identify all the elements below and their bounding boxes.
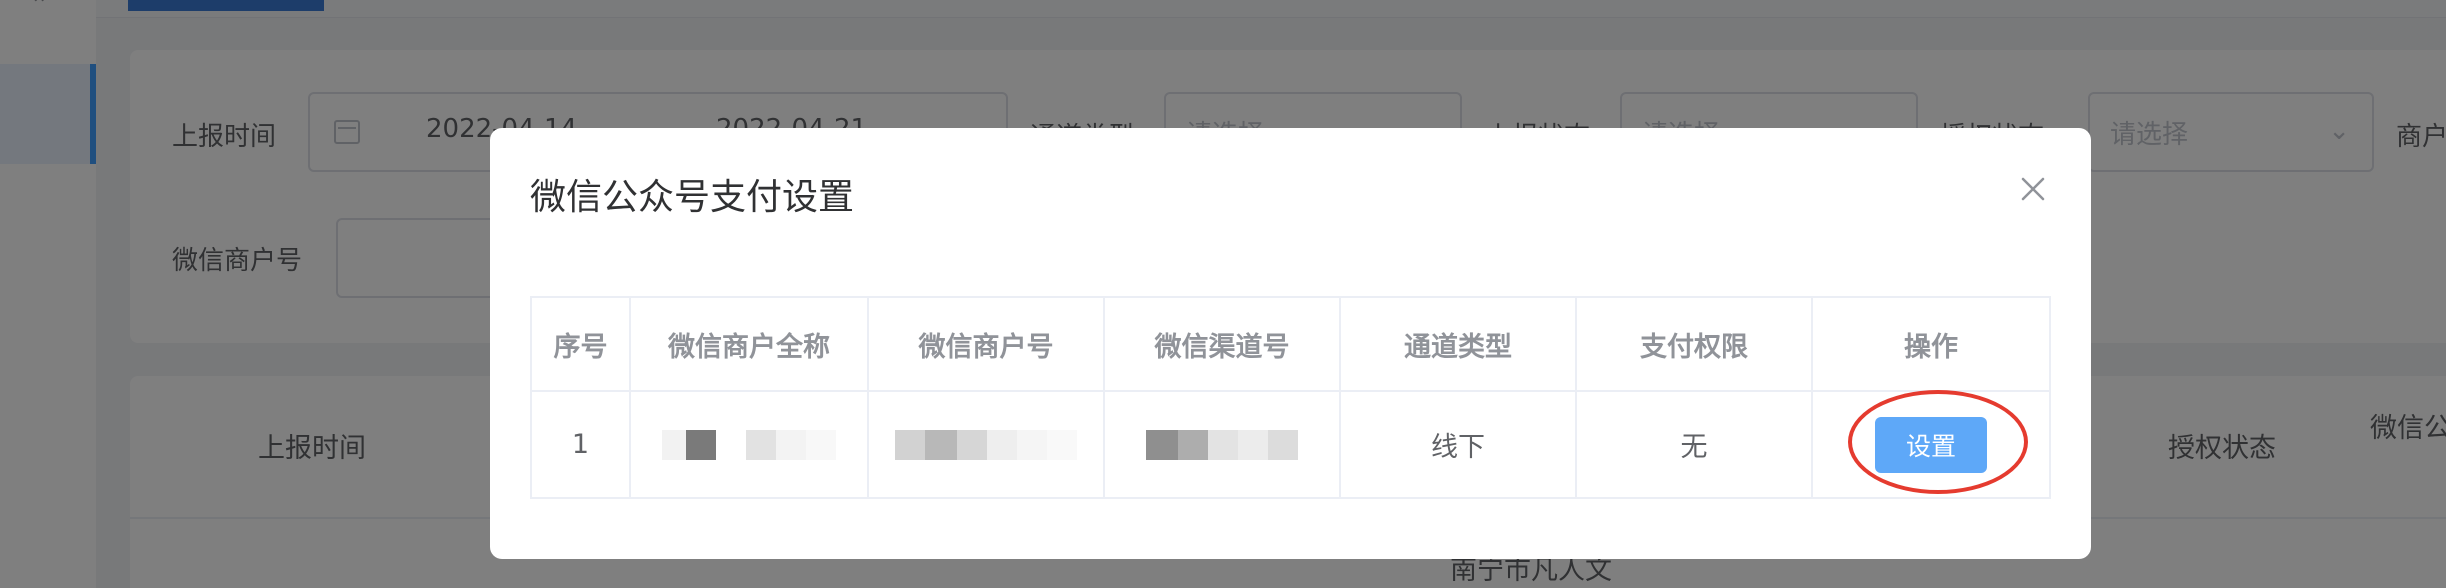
wechat-pay-settings-dialog: 微信公众号支付设置 序号 微信商户全称 微信商户号 微信渠道号 通道类型 支付权…: [490, 128, 2091, 559]
redacted-merchant-name: [662, 429, 836, 460]
cell-channel-type: 线下: [1341, 392, 1577, 497]
close-button[interactable]: [2018, 174, 2048, 204]
table-row: 1 线下 无 设置: [532, 392, 2049, 497]
cell-merchant-full-name: [631, 392, 869, 497]
column-header-channel-type: 通道类型: [1341, 298, 1577, 390]
cell-channel-no: [1105, 392, 1341, 497]
settings-table: 序号 微信商户全称 微信商户号 微信渠道号 通道类型 支付权限 操作 1 线下 …: [530, 296, 2051, 499]
column-header-action: 操作: [1904, 331, 1958, 363]
cell-action: 设置: [1813, 392, 2049, 497]
column-header-channel-no: 微信渠道号: [1105, 298, 1341, 390]
close-icon: [2021, 177, 2045, 201]
redacted-merchant-no: [895, 429, 1077, 460]
cell-pay-permission: 无: [1577, 392, 1813, 497]
dialog-title: 微信公众号支付设置: [530, 177, 855, 218]
column-header-merchant-no: 微信商户号: [869, 298, 1105, 390]
cell-index: 1: [532, 392, 631, 497]
column-header-index: 序号: [532, 298, 631, 390]
column-header-merchant-full-name: 微信商户全称: [631, 298, 869, 390]
column-header-pay-permission: 支付权限: [1577, 298, 1813, 390]
redacted-channel-no: [1146, 429, 1298, 460]
cell-merchant-no: [869, 392, 1105, 497]
table-header-row: 序号 微信商户全称 微信商户号 微信渠道号 通道类型 支付权限 操作: [532, 298, 2049, 392]
settings-button[interactable]: 设置: [1875, 416, 1987, 473]
